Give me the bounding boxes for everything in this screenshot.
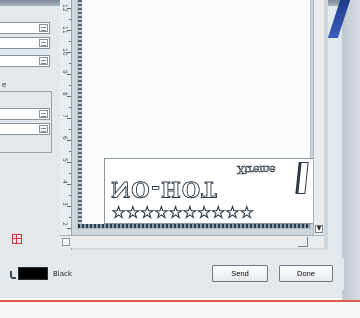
bottom-edge-line <box>0 300 360 302</box>
ruler-tick <box>67 96 71 97</box>
ruler-tick <box>69 63 71 64</box>
ruler-tick <box>67 184 71 185</box>
panel-label: e <box>2 81 7 89</box>
ruler-label: 2 <box>61 222 68 226</box>
spin-arrows-icon[interactable] <box>39 39 48 47</box>
ruler-tick <box>67 74 71 75</box>
ruler-tick <box>69 151 71 152</box>
ruler-tick <box>67 118 71 119</box>
ruler-tick <box>67 206 71 207</box>
design-big-word: NO-HOT <box>111 177 219 203</box>
ruler-tick <box>69 19 71 20</box>
design-star-row: ☆☆☆☆☆☆☆☆☆☆ <box>111 203 255 224</box>
spin-field-3[interactable] <box>0 55 50 67</box>
ruler-tick <box>67 52 71 53</box>
design-small-word: Xtreme <box>237 163 276 177</box>
paper-border-left <box>78 0 82 228</box>
horizontal-scrollbar[interactable] <box>60 235 324 248</box>
vertical-scrollbar[interactable]: ▼ <box>313 0 324 235</box>
ruler-tick <box>67 8 71 9</box>
spin-field-2[interactable] <box>0 37 50 49</box>
spin-arrows-icon[interactable] <box>39 24 48 32</box>
color-swatch[interactable] <box>18 267 48 280</box>
ruler-tick <box>69 85 71 86</box>
send-button[interactable]: Send <box>212 265 268 282</box>
color-picker-icon[interactable] <box>10 271 16 279</box>
size-grip[interactable] <box>298 237 308 247</box>
ruler-tick <box>67 228 71 229</box>
scroll-thumb[interactable] <box>62 238 70 246</box>
done-button[interactable]: Done <box>279 265 333 282</box>
spin-field-5[interactable] <box>0 123 50 135</box>
ruler-tick <box>69 41 71 42</box>
ruler-tick <box>69 107 71 108</box>
ruler-tick <box>67 162 71 163</box>
spin-field-4[interactable] <box>0 108 50 120</box>
scroll-down-arrow-icon[interactable]: ▼ <box>315 225 323 233</box>
ruler-tick <box>69 217 71 218</box>
color-name-label: Black <box>53 270 72 278</box>
spin-arrows-icon[interactable] <box>39 57 48 65</box>
window-frame-right <box>342 0 360 300</box>
design-bracket-shape <box>295 162 309 194</box>
ruler-tick <box>69 173 71 174</box>
ruler-tick <box>67 30 71 31</box>
ruler-tick <box>67 140 71 141</box>
properties-panel: e <box>0 0 56 258</box>
ruler-tick <box>69 195 71 196</box>
spin-arrows-icon[interactable] <box>39 110 48 118</box>
spin-field-1[interactable] <box>0 22 50 34</box>
grid-icon[interactable] <box>12 234 22 244</box>
paper-border-bottom <box>78 224 310 228</box>
vertical-ruler: 12 11 10 9 8 7 6 5 4 3 2 <box>60 0 72 250</box>
design-object[interactable]: Xtreme NO-HOT ☆☆☆☆☆☆☆☆☆☆ <box>104 158 314 224</box>
ruler-tick <box>69 129 71 130</box>
spin-arrows-icon[interactable] <box>39 125 48 133</box>
group-box <box>0 91 52 153</box>
